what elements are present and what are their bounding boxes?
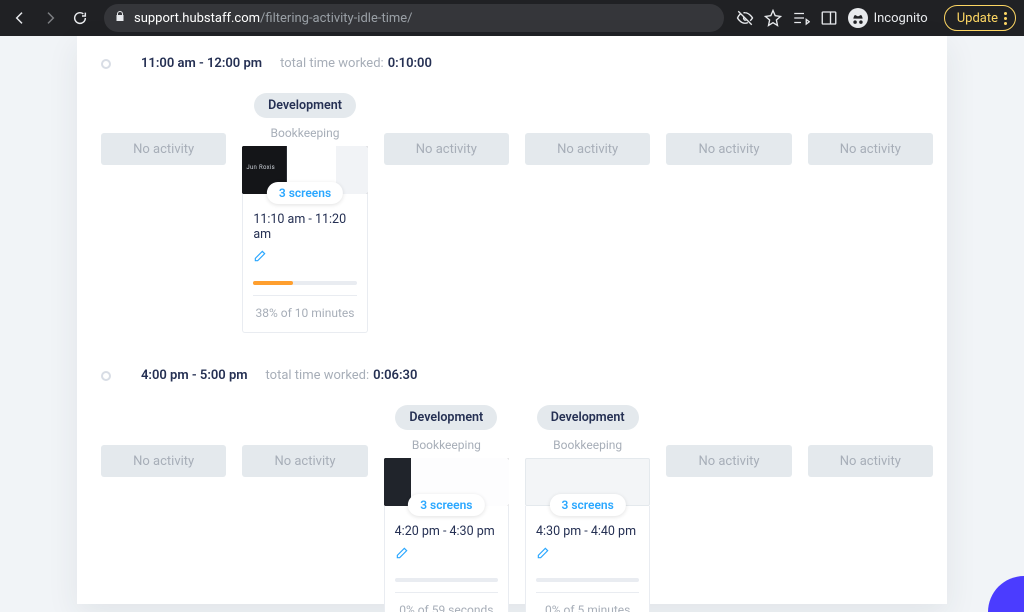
no-activity-slot: No activity bbox=[525, 133, 650, 165]
screenshot[interactable]: 3 screens bbox=[525, 458, 650, 506]
time-block: 11:00 am - 12:00 pm total time worked: 0:1… bbox=[97, 56, 937, 333]
timeline-marker-icon bbox=[101, 371, 111, 381]
edit-icon[interactable] bbox=[253, 248, 267, 262]
activity-tag: Development bbox=[537, 405, 639, 430]
activity-percent: 0% of 59 seconds bbox=[395, 592, 498, 612]
time-range: 11:00 am - 12:00 pm bbox=[141, 56, 262, 71]
no-activity-slot: No activity bbox=[384, 133, 509, 165]
update-label: Update bbox=[957, 11, 998, 26]
slots-row: No activity Development Bookkeeping Jun Rox… bbox=[97, 93, 937, 333]
activity-progress bbox=[395, 578, 498, 582]
help-launcher[interactable] bbox=[988, 576, 1024, 612]
no-activity-slot: No activity bbox=[101, 133, 226, 165]
no-activity-slot: No activity bbox=[808, 445, 933, 477]
activity-card[interactable]: DevelopmentBookkeeping3 screens4:30 pm -… bbox=[525, 405, 650, 612]
incognito-icon bbox=[848, 8, 868, 28]
reload-button[interactable] bbox=[68, 6, 92, 30]
page: 11:00 am - 12:00 pm total time worked: 0:1… bbox=[0, 36, 1024, 612]
browser-toolbar: support.hubstaff.com/filtering-activity-… bbox=[0, 0, 1024, 36]
address-bar[interactable]: support.hubstaff.com/filtering-activity-… bbox=[104, 4, 724, 32]
activity-card[interactable]: Development Bookkeeping Jun Roxis3 screens… bbox=[242, 93, 367, 333]
activity-details: 11:10 am - 11:20 am 38% of 10 minutes bbox=[242, 194, 367, 333]
slots-row: No activity No activity Development Bookkee… bbox=[97, 405, 937, 612]
profile-chip[interactable]: Incognito bbox=[848, 8, 928, 28]
kebab-icon bbox=[1004, 12, 1007, 25]
url-text: support.hubstaff.com/filtering-activity-… bbox=[134, 11, 413, 26]
no-activity-text: No activity bbox=[698, 454, 759, 469]
no-activity-text: No activity bbox=[133, 454, 194, 469]
lock-icon bbox=[114, 10, 126, 26]
no-activity-slot: No activity bbox=[242, 445, 367, 477]
back-button[interactable] bbox=[8, 6, 32, 30]
activity-tag: Development bbox=[254, 93, 356, 118]
url-domain: support.hubstaff.com bbox=[134, 11, 260, 26]
time-block: 4:00 pm - 5:00 pm total time worked:0:06:… bbox=[97, 368, 937, 612]
no-activity-text: No activity bbox=[133, 142, 194, 157]
activity-subtitle: Bookkeeping bbox=[412, 438, 481, 452]
activity-timerange: 4:20 pm - 4:30 pm bbox=[395, 524, 498, 539]
toolbar-right: Incognito Update bbox=[736, 5, 1016, 31]
no-activity-slot: No activity bbox=[666, 445, 791, 477]
activity-details: 4:30 pm - 4:40 pm 0% of 5 minutes bbox=[525, 506, 650, 612]
screens-badge[interactable]: 3 screens bbox=[408, 494, 484, 516]
update-button[interactable]: Update bbox=[944, 5, 1016, 31]
time-block-header: 4:00 pm - 5:00 pm total time worked:0:06:… bbox=[97, 368, 937, 383]
no-activity-text: No activity bbox=[416, 142, 477, 157]
forward-button[interactable] bbox=[38, 6, 62, 30]
activity-card[interactable]: DevelopmentBookkeeping3 screens4:20 pm -… bbox=[384, 405, 509, 612]
panel-icon[interactable] bbox=[820, 9, 838, 27]
activity-timerange: 4:30 pm - 4:40 pm bbox=[536, 524, 639, 539]
activity-details: 4:20 pm - 4:30 pm 0% of 59 seconds bbox=[384, 506, 509, 612]
activity-percent: 38% of 10 minutes bbox=[253, 295, 356, 320]
no-activity-text: No activity bbox=[274, 454, 335, 469]
time-range: 4:00 pm - 5:00 pm bbox=[141, 368, 248, 383]
url-path: /filtering-activity-idle-time/ bbox=[260, 11, 412, 26]
eye-off-icon[interactable] bbox=[736, 9, 754, 27]
screens-badge[interactable]: 3 screens bbox=[267, 182, 343, 204]
no-activity-text: No activity bbox=[557, 142, 618, 157]
total-worked-label: total time worked: bbox=[266, 368, 370, 383]
screens-badge[interactable]: 3 screens bbox=[550, 494, 626, 516]
edit-icon[interactable] bbox=[395, 545, 409, 559]
total-worked-value: 0:06:30 bbox=[373, 368, 417, 383]
screenshot[interactable]: 3 screens bbox=[384, 458, 509, 506]
no-activity-slot: No activity bbox=[808, 133, 933, 165]
activity-tag: Development bbox=[395, 405, 497, 430]
no-activity-slot: No activity bbox=[101, 445, 226, 477]
playlist-icon[interactable] bbox=[792, 9, 810, 27]
time-block-header: 11:00 am - 12:00 pm total time worked: 0:1… bbox=[97, 56, 937, 71]
total-worked-value: 0:10:00 bbox=[388, 56, 432, 71]
no-activity-text: No activity bbox=[698, 142, 759, 157]
no-activity-text: No activity bbox=[840, 454, 901, 469]
activity-subtitle: Bookkeeping bbox=[553, 438, 622, 452]
edit-icon[interactable] bbox=[536, 545, 550, 559]
total-worked-label: total time worked: bbox=[280, 56, 384, 71]
incognito-label: Incognito bbox=[874, 11, 928, 26]
activity-panel: 11:00 am - 12:00 pm total time worked: 0:1… bbox=[77, 36, 947, 604]
no-activity-text: No activity bbox=[840, 142, 901, 157]
activity-percent: 0% of 5 minutes bbox=[536, 592, 639, 612]
timeline-marker-icon bbox=[101, 59, 111, 69]
star-icon[interactable] bbox=[764, 9, 782, 27]
no-activity-slot: No activity bbox=[666, 133, 791, 165]
activity-progress bbox=[253, 281, 356, 285]
activity-timerange: 11:10 am - 11:20 am bbox=[253, 212, 356, 242]
activity-progress bbox=[536, 578, 639, 582]
activity-subtitle: Bookkeeping bbox=[271, 126, 340, 140]
screenshot[interactable]: Jun Roxis3 screens bbox=[242, 146, 367, 194]
